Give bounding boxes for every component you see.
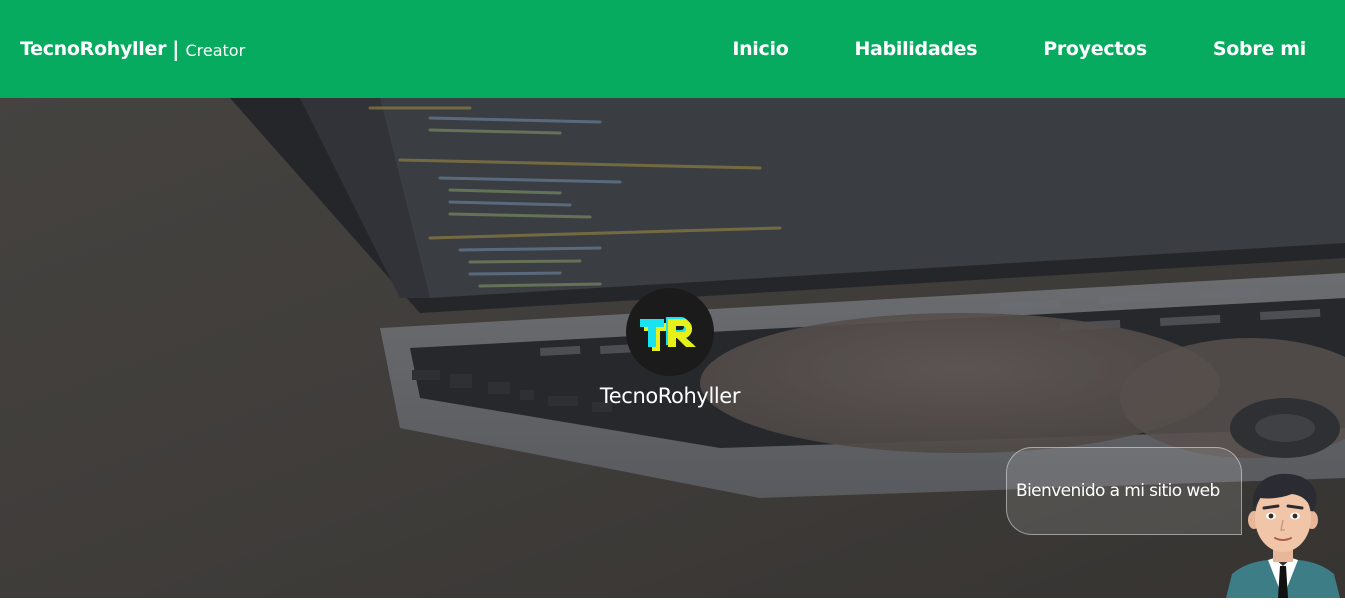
brand-separator: |: [172, 37, 180, 61]
greeting-text: Bienvenido a mi sitio web: [1016, 481, 1220, 501]
nav-link-sobre-mi[interactable]: Sobre mi: [1213, 38, 1306, 60]
top-navbar: TecnoRohyller | Creator Inicio Habilidad…: [0, 0, 1345, 98]
nav-link-habilidades[interactable]: Habilidades: [854, 38, 977, 60]
page: TecnoRohyller | Creator Inicio Habilidad…: [0, 0, 1345, 613]
brand-name: TecnoRohyller: [20, 38, 167, 60]
main-nav: Inicio Habilidades Proyectos Sobre mi: [666, 38, 1306, 60]
hero-section: TecnoRohyller Bienvenido a mi sitio web: [0, 98, 1345, 598]
tr-logo-icon: [640, 317, 696, 351]
hero-name: TecnoRohyller: [599, 384, 741, 408]
brand-role: Creator: [185, 40, 246, 60]
page-bottom-edge: [0, 598, 1345, 613]
nav-link-inicio[interactable]: Inicio: [732, 38, 788, 60]
greeting-speech-bubble: Bienvenido a mi sitio web: [1006, 447, 1242, 535]
tr-logo: [626, 288, 714, 376]
nav-link-proyectos[interactable]: Proyectos: [1043, 38, 1147, 60]
cartoon-avatar-icon: [1226, 473, 1340, 598]
brand[interactable]: TecnoRohyller | Creator: [20, 37, 245, 61]
